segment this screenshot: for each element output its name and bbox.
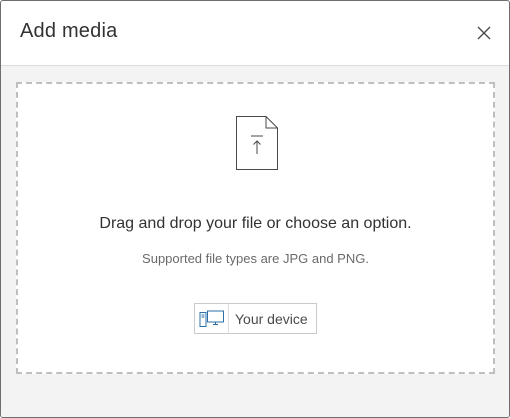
supported-file-types-text: Supported file types are JPG and PNG. (142, 251, 369, 266)
file-dropzone[interactable]: Drag and drop your file or choose an opt… (16, 82, 495, 374)
dialog-title: Add media (20, 20, 118, 42)
dropzone-headline: Drag and drop your file or choose an opt… (99, 215, 412, 232)
your-device-button[interactable]: Your device (194, 303, 317, 334)
add-media-dialog: Add media Drag and drop your file or cho… (0, 0, 510, 418)
dialog-body: Drag and drop your file or choose an opt… (1, 66, 509, 417)
dialog-header: Add media (1, 1, 509, 66)
device-icon-container (195, 304, 229, 333)
close-icon (477, 26, 491, 40)
your-device-label: Your device (235, 311, 308, 327)
device-icon (199, 310, 224, 327)
file-upload-icon (236, 116, 278, 170)
close-button[interactable] (473, 22, 495, 44)
